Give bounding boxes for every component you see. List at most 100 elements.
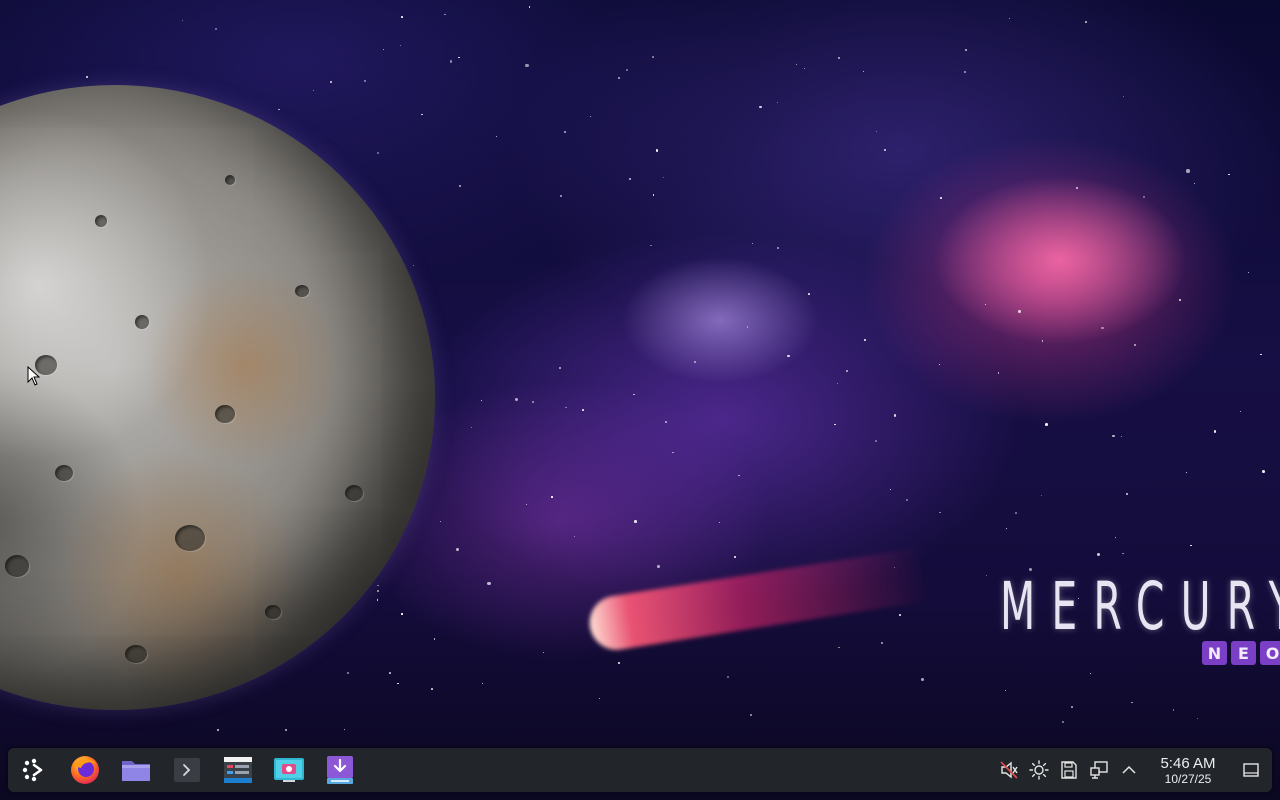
star — [1213, 430, 1217, 433]
star — [617, 77, 620, 80]
star — [939, 197, 942, 200]
star — [389, 671, 392, 674]
star — [440, 520, 442, 522]
download-icon — [327, 756, 353, 784]
star — [905, 498, 909, 501]
star — [599, 697, 601, 700]
star — [662, 176, 664, 178]
star — [634, 520, 638, 523]
star — [1041, 495, 1043, 497]
star — [558, 366, 562, 370]
clock-date: 10/27/25 — [1164, 771, 1212, 786]
star — [1130, 701, 1133, 704]
star — [382, 49, 384, 51]
star — [1045, 423, 1048, 427]
tray-expand[interactable] — [1116, 755, 1142, 785]
star — [750, 713, 752, 716]
star — [487, 582, 491, 586]
star — [1142, 195, 1145, 198]
screenshot-icon — [274, 758, 304, 782]
star — [330, 81, 332, 83]
star — [1186, 169, 1190, 173]
star — [1260, 353, 1262, 355]
terminal-icon — [174, 758, 200, 782]
volume-muted-icon — [1000, 761, 1018, 779]
app-launcher-button[interactable] — [14, 752, 54, 788]
star — [1114, 536, 1117, 539]
star — [433, 638, 436, 640]
star — [284, 728, 287, 731]
star — [1120, 436, 1122, 438]
star — [1062, 721, 1065, 724]
brand-sub-letter: O — [1260, 641, 1280, 665]
star — [655, 148, 659, 152]
star — [563, 130, 566, 133]
chevron-up-icon — [1122, 765, 1136, 774]
star — [938, 364, 941, 366]
star — [481, 682, 483, 684]
tray-brightness[interactable] — [1026, 755, 1052, 785]
tray-network[interactable] — [1086, 755, 1112, 785]
brand-sub-letter: N — [1202, 641, 1227, 665]
star — [997, 371, 1000, 374]
taskbar-app-software-center[interactable] — [320, 752, 360, 788]
star — [1194, 182, 1196, 184]
star — [1017, 309, 1021, 313]
mercury-planet — [0, 85, 435, 710]
clock-time: 5:46 AM — [1160, 754, 1216, 772]
taskbar-app-file-manager[interactable] — [116, 752, 156, 788]
star — [726, 676, 729, 678]
star — [883, 149, 886, 151]
star — [628, 178, 631, 180]
star — [1240, 410, 1242, 412]
star — [1190, 544, 1192, 547]
star — [1009, 18, 1011, 20]
clock[interactable]: 5:46 AM 10/27/25 — [1156, 756, 1220, 785]
star — [834, 423, 837, 426]
star — [838, 56, 841, 59]
star — [893, 414, 897, 417]
star — [1186, 471, 1188, 473]
star — [617, 662, 621, 665]
star — [633, 394, 635, 396]
star — [1075, 186, 1079, 190]
star — [1041, 340, 1043, 342]
star — [838, 646, 840, 649]
star — [1228, 174, 1230, 176]
star — [876, 130, 878, 132]
star — [864, 339, 867, 342]
tray-volume[interactable] — [996, 755, 1022, 785]
taskbar-app-screenshot[interactable] — [269, 752, 309, 788]
star — [1134, 344, 1136, 346]
star — [694, 360, 696, 363]
star — [1125, 492, 1129, 496]
show-desktop-button[interactable] — [1238, 755, 1264, 785]
star — [1005, 527, 1007, 529]
star — [964, 70, 967, 74]
disk-icon — [1061, 761, 1077, 779]
star — [443, 13, 446, 16]
comet — [585, 547, 931, 654]
star — [560, 195, 562, 197]
taskbar-app-system-monitor[interactable] — [218, 752, 258, 788]
star — [430, 688, 433, 691]
star — [376, 152, 380, 155]
star — [984, 304, 986, 306]
star — [718, 522, 720, 524]
star — [181, 19, 184, 22]
star — [551, 496, 553, 498]
star — [1112, 434, 1115, 438]
mouse-cursor-icon — [27, 366, 41, 386]
taskbar-app-terminal[interactable] — [167, 752, 207, 788]
star — [1197, 717, 1199, 719]
star — [364, 79, 367, 82]
star — [458, 57, 460, 59]
star — [1172, 708, 1175, 711]
tray-disk[interactable] — [1056, 755, 1082, 785]
taskbar-app-firefox[interactable] — [65, 752, 105, 788]
star — [733, 556, 736, 559]
wallpaper-brand-title: MERCURY — [1000, 568, 1280, 645]
star — [889, 488, 892, 491]
system-monitor-icon — [224, 757, 252, 783]
folder-icon — [122, 761, 150, 781]
